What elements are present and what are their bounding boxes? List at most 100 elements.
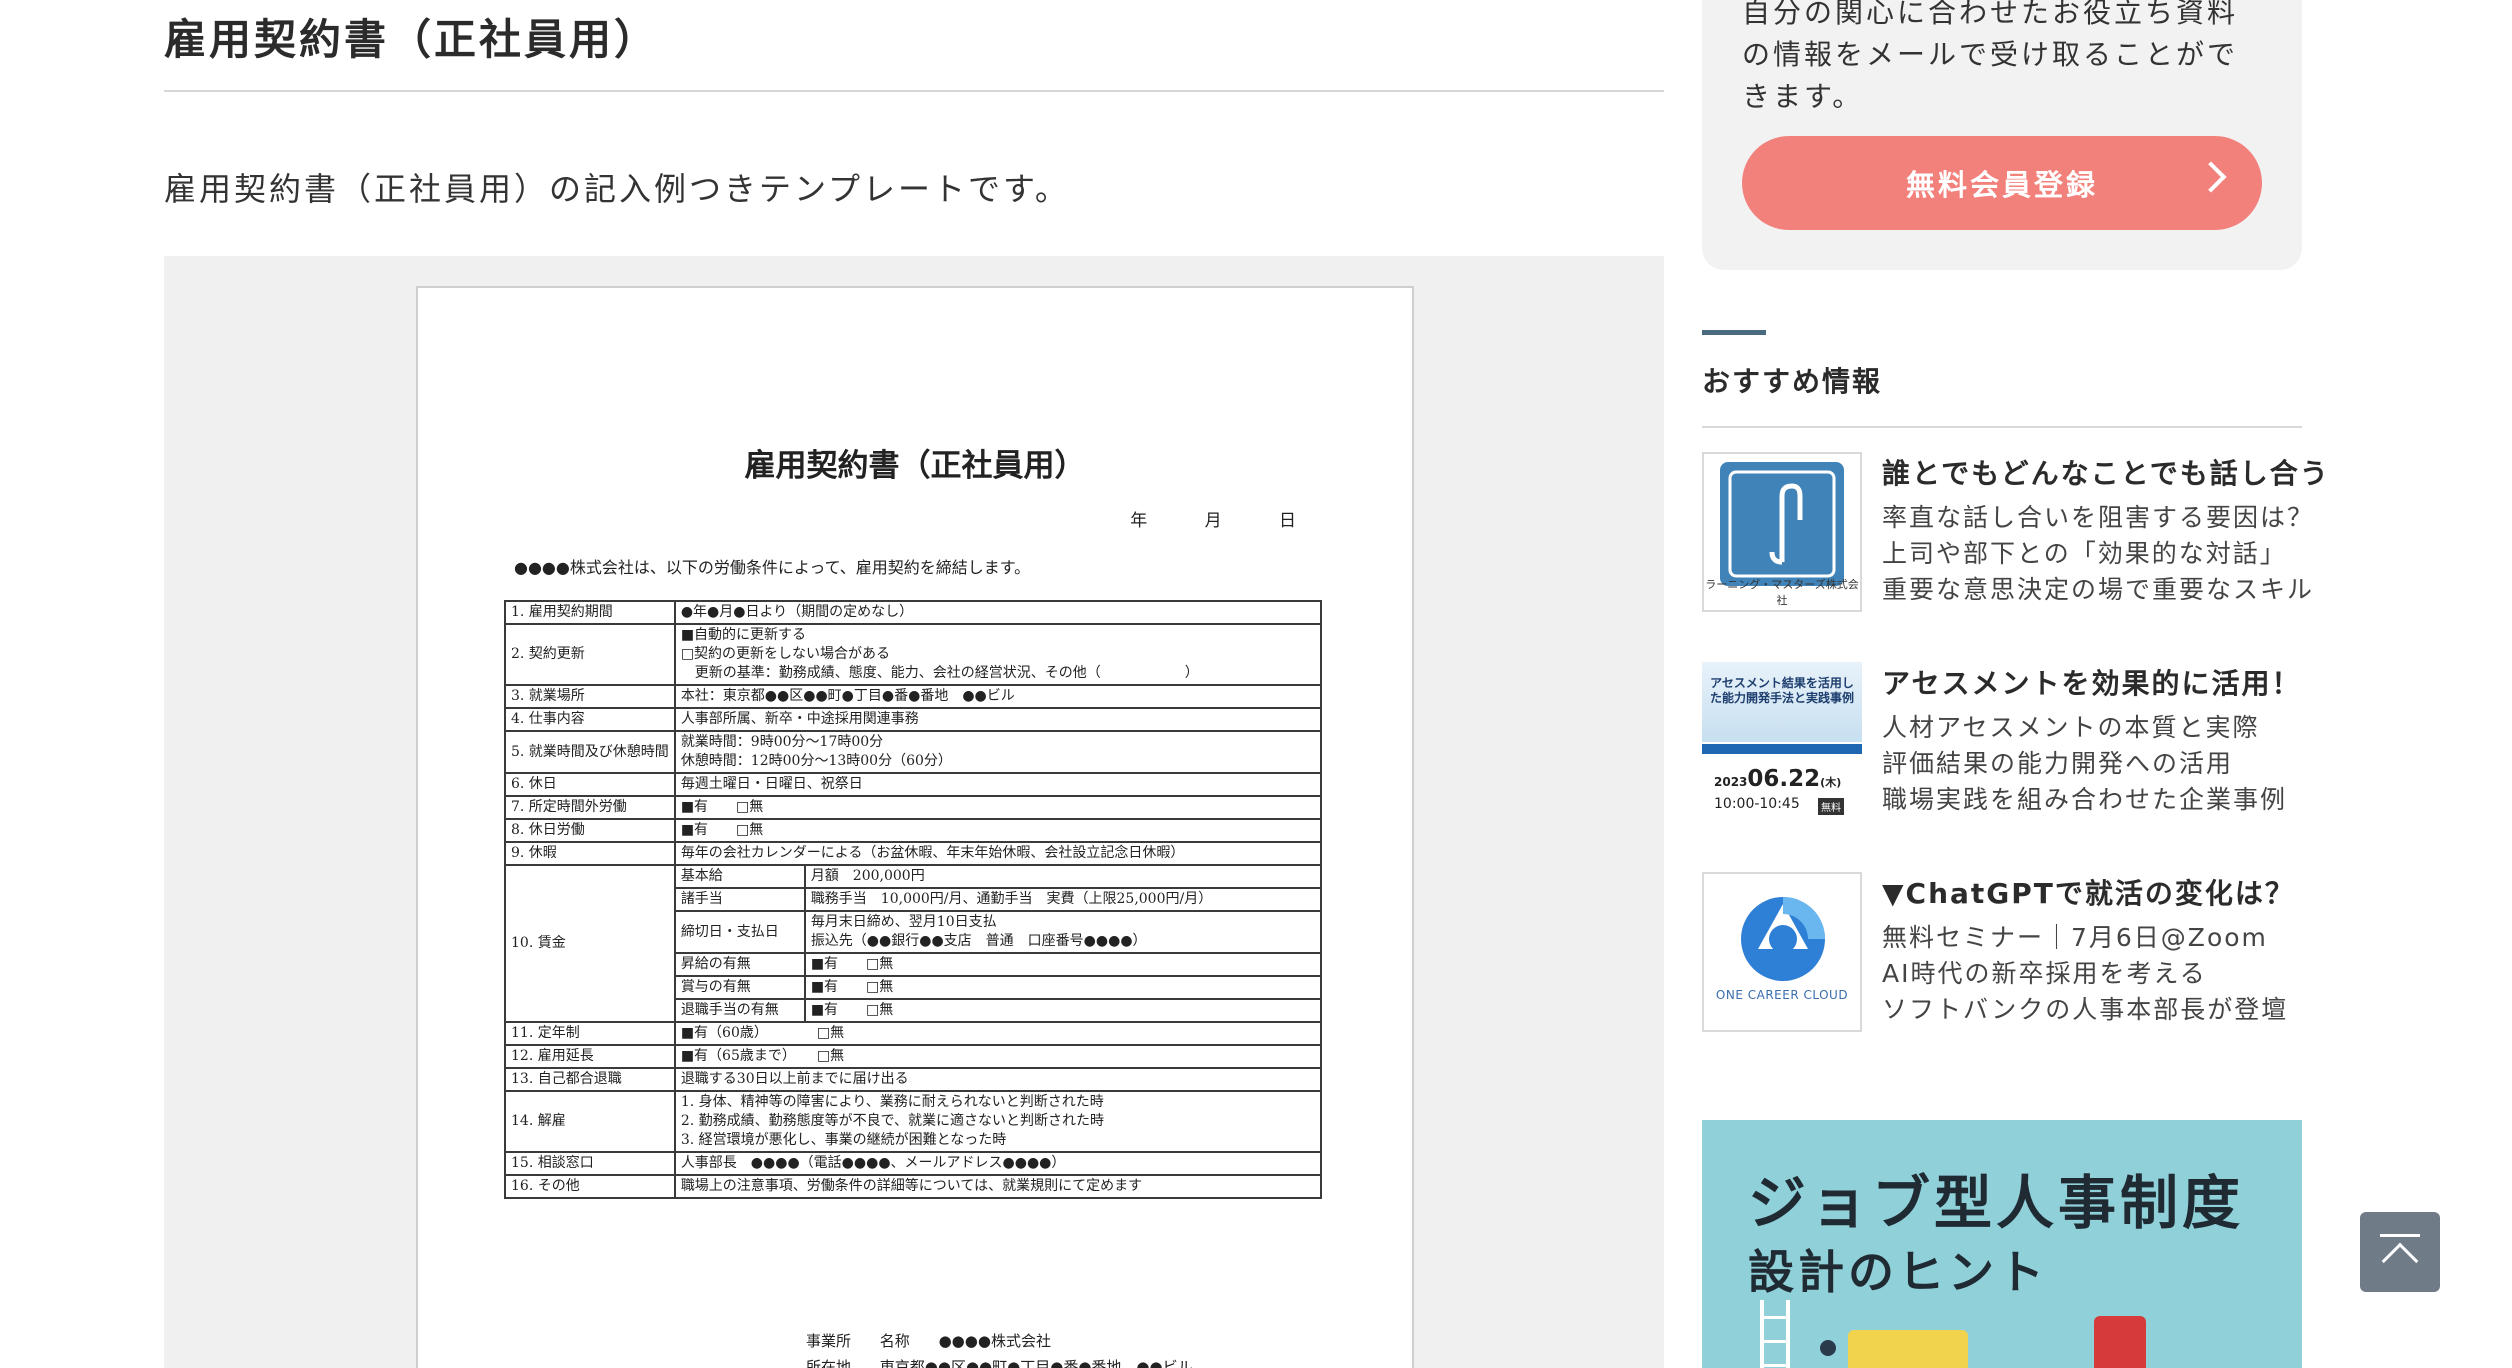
member-signup-button[interactable]: 無料会員登録 (1742, 136, 2262, 230)
contract-value-line: □契約の更新をしない場合がある (680, 646, 891, 662)
description-line: 重要な意思決定の場で重要なスキル (1882, 575, 2315, 604)
contract-row: 13. 自己都合退職 退職する30日以上前までに届け出る (504, 1067, 1323, 1092)
contract-value: 毎月末日締め、翌月10日支払振込先（●●銀行●●支店 普通 口座番号●●●●） (803, 910, 1323, 954)
member-signup-button-label: 無料会員登録 (1905, 168, 2098, 202)
contract-value: 職場上の注意事項、労働条件の詳細等については、就業規則にて定めます (673, 1174, 1323, 1199)
ladder-illustration-icon (1760, 1300, 1790, 1368)
recommended-description: 人材アセスメントの本質と実際 評価結果の能力開発への活用 職場実践を組み合わせた… (1882, 710, 2287, 818)
contract-row: 1. 雇用契約期間 ●年●月●日より（期間の定めなし） (504, 600, 1323, 625)
footer-label: 事業所 (806, 1332, 852, 1350)
description-line: 率直な話し合いを阻害する要因は？ (1882, 503, 2315, 532)
description-line: 評価結果の能力開発への活用 (1882, 749, 2234, 778)
contract-value-line: 毎月末日締め、翌月10日支払 (810, 914, 997, 930)
contract-value: ●年●月●日より（期間の定めなし） (673, 600, 1323, 625)
arrow-up-to-top-icon (2380, 1234, 2420, 1237)
speech-hook-icon (1720, 462, 1844, 586)
contract-value: 毎週土曜日・日曜日、祝祭日 (673, 772, 1323, 797)
contract-label: 1. 雇用契約期間 (504, 600, 676, 625)
title-divider (164, 90, 1664, 92)
contract-value-line: ●年●月●日より（期間の定めなし） (680, 604, 914, 620)
contract-label: 8. 休日労働 (504, 818, 676, 843)
contract-value-line: ■有 □無 (810, 1002, 894, 1018)
document-preview: 雇用契約書（正社員用） 年 月 日 ●●●●株式会社は、以下の労働条件によって、… (164, 256, 1664, 1368)
one-career-logo-icon (1741, 897, 1825, 981)
recommended-description: 無料セミナー｜7月6日@Zoom AI時代の新卒採用を考える ソフトバンクの人事… (1882, 920, 2288, 1028)
description-line: 人材アセスメントの本質と実際 (1882, 713, 2260, 742)
recommended-item[interactable]: ラーニング・マスターズ株式会社 誰とでもどんなことでも話し合う 率直な話し合いを… (1702, 452, 2328, 616)
document-date: 年 月 日 (1130, 511, 1322, 531)
section-accent-bar (1702, 330, 1766, 335)
recommended-title: アセスメントを効果的に活用！ (1882, 667, 2302, 700)
contract-row: 14. 解雇 1. 身体、精神等の障害により、業務に耐えられないと判断された時 2.… (504, 1090, 1323, 1153)
contract-value-line: 毎年の会社カレンダーによる（お盆休暇、年末年始休暇、会社設立記念日休暇） (680, 845, 1185, 861)
contract-value: 人事部長 ●●●●（電話●●●●、メールアドレス●●●●） (673, 1151, 1323, 1176)
footer-row: 所在地 東京都●●区●●町●丁目●番●番地 ●●ビル (806, 1356, 1217, 1368)
thumbnail-text: アセスメント結果を活用した能力開発手法と実践事例 (1709, 676, 1854, 705)
contract-label: 9. 休暇 (504, 841, 676, 866)
lead-text: 雇用契約書（正社員用）の記入例つきテンプレートです。 (164, 170, 1070, 208)
page-title: 雇用契約書（正社員用） (164, 15, 660, 64)
chevron-right-icon (2195, 161, 2227, 193)
contract-value: 職務手当 10,000円/月、通勤手当 実費（上限25,000円/月） (803, 887, 1323, 912)
contract-label: 15. 相談窓口 (504, 1151, 676, 1176)
recommended-item[interactable]: ONE CAREER CLOUD ▼ChatGPTで就活の変化は？ 無料セミナー… (1702, 872, 2302, 1036)
contract-label: 3. 就業場所 (504, 684, 676, 709)
description-line: 職場実践を組み合わせた企業事例 (1882, 785, 2288, 814)
arrow-up-icon (2381, 1242, 2419, 1280)
contract-value: 1. 身体、精神等の障害により、業務に耐えられないと判断された時 2. 勤務成績、… (673, 1090, 1323, 1153)
contract-value: 就業時間：9時00分〜17時00分 休憩時間：12時00分〜13時00分（60分） (673, 730, 1323, 774)
contract-label: 7. 所定時間外労働 (504, 795, 676, 820)
contract-row: 10. 賃金 基本給 月額 200,000円 (504, 864, 1323, 1023)
contract-table: 1. 雇用契約期間 ●年●月●日より（期間の定めなし） 2. 契約更新 ■自動的に更新… (504, 600, 1323, 1199)
contract-value: 退職する30日以上前までに届け出る (673, 1067, 1323, 1092)
contract-value: ■自動的に更新する □契約の更新をしない場合がある 更新の基準：勤務成績、態度、能… (673, 623, 1323, 686)
recommended-thumbnail: ラーニング・マスターズ株式会社 (1702, 452, 1862, 612)
contract-value-line: ■有（60歳） □無 (680, 1025, 845, 1041)
puzzle-piece-icon (1848, 1330, 1968, 1368)
contract-value: ■有 □無 (673, 795, 1323, 820)
member-signup-text: 自分の関心に合わせたお役立ち資料の情報をメールで受け取ることができます。 (1742, 0, 2239, 113)
contract-label: 13. 自己都合退職 (504, 1067, 676, 1092)
contract-label: 締切日・支払日 (673, 910, 806, 954)
document-intro: ●●●●株式会社は、以下の労働条件によって、雇用契約を締結します。 (514, 558, 1031, 577)
contract-label: 11. 定年制 (504, 1021, 676, 1046)
contract-value: 本社：東京都●●区●●町●丁目●番●番地 ●●ビル (673, 684, 1323, 709)
contract-label: 諸手当 (673, 887, 806, 912)
contract-value: 人事部所属、新卒・中途採用関連事務 (673, 707, 1323, 732)
footer-row: 事業所 名称 ●●●●株式会社 (806, 1330, 1217, 1356)
contract-value-line: 本社：東京都●●区●●町●丁目●番●番地 ●●ビル (680, 688, 1015, 704)
document-title: 雇用契約書（正社員用） (744, 448, 1086, 484)
thumbnail-year: 2023 (1714, 775, 1748, 789)
contract-label: 12. 雇用延長 (504, 1044, 676, 1069)
document-page: 雇用契約書（正社員用） 年 月 日 ●●●●株式会社は、以下の労働条件によって、… (416, 286, 1414, 1368)
contract-row: 4. 仕事内容 人事部所属、新卒・中途採用関連事務 (504, 707, 1323, 732)
contract-value-line: 就業時間：9時00分〜17時00分 (680, 734, 884, 750)
contract-label: 5. 就業時間及び休憩時間 (504, 730, 676, 774)
description-line: 無料セミナー｜7月6日@Zoom (1882, 923, 2268, 952)
contract-value: ■有（60歳） □無 (673, 1021, 1323, 1046)
contract-value-line: 振込先（●●銀行●●支店 普通 口座番号●●●●） (810, 933, 1147, 949)
free-badge: 無料 (1818, 798, 1844, 815)
contract-label: 6. 休日 (504, 772, 676, 797)
thumbnail-date: 202306.22(木) (1714, 766, 1841, 792)
description-line: AI時代の新卒採用を考える (1882, 959, 2207, 988)
recommended-thumbnail: アセスメント結果を活用した能力開発手法と実践事例 202306.22(木) 10… (1702, 662, 1862, 822)
contract-value-line: 職務手当 10,000円/月、通勤手当 実費（上限25,000円/月） (810, 891, 1213, 907)
back-to-top-button[interactable] (2360, 1212, 2440, 1292)
contract-value-line: 毎週土曜日・日曜日、祝祭日 (680, 776, 863, 792)
contract-value-line: ■有 □無 (680, 799, 764, 815)
contract-label: 賞与の有無 (673, 975, 806, 1000)
thumbnail-caption: ONE CAREER CLOUD (1715, 988, 1849, 1002)
job-system-banner[interactable]: ジョブ型人事制度 設計のヒント (1702, 1120, 2302, 1368)
contract-label: 10. 賃金 (504, 864, 676, 1023)
recommended-description: 率直な話し合いを阻害する要因は？ 上司や部下との「効果的な対話」 重要な意思決定… (1882, 500, 2314, 608)
footer-value: 東京都●●区●●町●丁目●番●番地 ●●ビル (879, 1358, 1193, 1368)
contract-row: 15. 相談窓口 人事部長 ●●●●（電話●●●●、メールアドレス●●●●） (504, 1151, 1323, 1176)
thumbnail-time: 10:00-10:45 (1714, 796, 1800, 812)
recommended-item[interactable]: アセスメント結果を活用した能力開発手法と実践事例 202306.22(木) 10… (1702, 662, 2302, 826)
footer-label: 所在地 (806, 1358, 852, 1368)
contract-row: 2. 契約更新 ■自動的に更新する □契約の更新をしない場合がある 更新の基準：勤務… (504, 623, 1323, 686)
thumbnail-stripe (1702, 744, 1862, 754)
contract-value-line: ■自動的に更新する (680, 627, 807, 643)
contract-row: 8. 休日労働 ■有 □無 (504, 818, 1323, 843)
